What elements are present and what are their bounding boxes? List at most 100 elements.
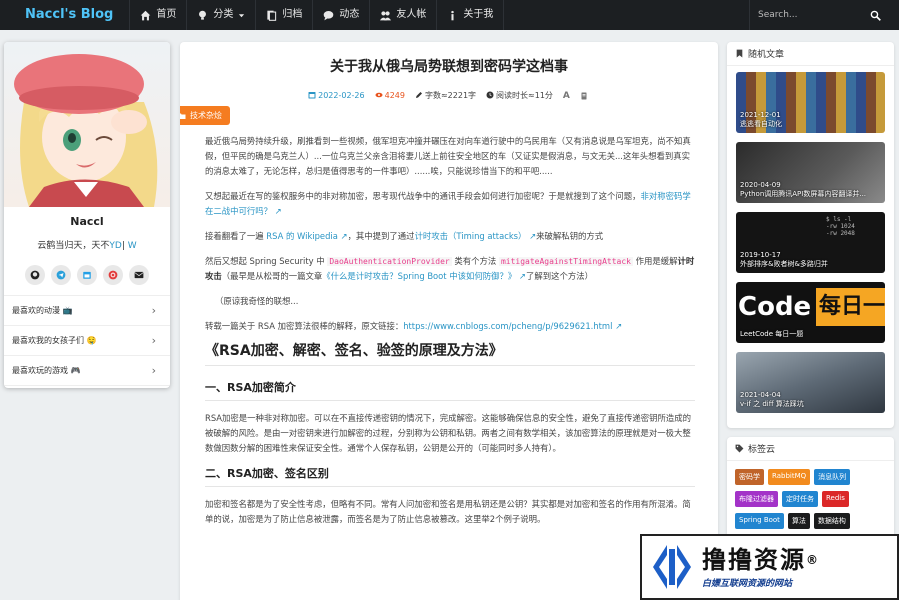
- watermark-logo: [642, 536, 702, 598]
- text: 了解到这个方法）: [525, 271, 593, 281]
- external-link-icon: ↗: [612, 321, 623, 331]
- random-article-caption: 2021-04-04 v-if 之 diff 算法踩坑: [740, 391, 804, 409]
- telegram-icon: [56, 270, 66, 280]
- caret-down-icon: [239, 13, 245, 17]
- link-timing-attack-article[interactable]: 《什么是计时攻击？Spring Boot 中该如何防御？》: [322, 271, 516, 281]
- home-icon: [141, 10, 151, 20]
- comment-icon: [324, 10, 334, 20]
- list-item[interactable]: 最喜欢玩的游戏 🎮 ›: [4, 356, 170, 386]
- list-item[interactable]: 最喜欢我的女孩子们 🤤 ›: [4, 326, 170, 356]
- random-article-title: v-if 之 diff 算法踩坑: [740, 400, 804, 408]
- reading-mode-icon[interactable]: [580, 92, 588, 100]
- link-cnblogs[interactable]: https://www.cnblogs.com/pcheng/p/9629621…: [403, 321, 612, 331]
- tag[interactable]: 算法: [787, 513, 810, 529]
- avatar: [4, 42, 170, 207]
- tag[interactable]: 消息队列: [814, 469, 851, 485]
- calendar-link[interactable]: [77, 265, 97, 285]
- random-article-date: 2019-10-17: [740, 251, 781, 259]
- watermark-text: 撸撸资源® 白嫖互联网资源的网站: [702, 546, 897, 589]
- banner-text-left: Code: [738, 292, 812, 322]
- font-size-toggle[interactable]: A: [563, 91, 570, 101]
- search-icon[interactable]: [870, 10, 881, 21]
- random-article-item[interactable]: Code 每日一 LeetCode 每日一题: [736, 282, 885, 343]
- tag[interactable]: 密码学: [735, 469, 764, 485]
- random-articles-header: 随机文章: [727, 42, 894, 66]
- bookmark-icon: [736, 49, 743, 58]
- article-date: 2022-02-26: [308, 91, 365, 100]
- random-article-date: 2020-04-09: [740, 181, 781, 189]
- random-article-title: Python调用腾讯API数屏幕内容翻译并...: [740, 190, 867, 198]
- watermark-title: 撸撸资源®: [702, 546, 897, 574]
- random-article-item[interactable]: 2021-04-04 v-if 之 diff 算法踩坑: [736, 352, 885, 413]
- random-article-caption: 2021-12-01 逃逃看自动化: [740, 111, 782, 129]
- tag[interactable]: Spring Boot: [735, 513, 784, 529]
- text: 转载一篇关于 RSA 加密算法很棒的解释，原文链接：: [205, 321, 404, 331]
- profile-name: Naccl: [70, 215, 104, 228]
- email-link[interactable]: [129, 265, 149, 285]
- nav-moments[interactable]: 动态: [312, 0, 369, 30]
- paragraph: （原谅我奇怪的联想...: [215, 296, 299, 306]
- heading-2: 一、RSA加密简介: [205, 380, 695, 401]
- nav-home-label: 首页: [156, 9, 177, 20]
- watermark-logo-icon: [653, 545, 691, 589]
- paragraph: 接着翻看了一遍 RSA 的 Wikipedia ↗，其中提到了通过计时攻击（Ti…: [205, 229, 695, 244]
- random-article-caption: LeetCode 每日一题: [740, 330, 803, 339]
- nav-home[interactable]: 首页: [129, 0, 186, 30]
- heading-1: 《RSA加密、解密、签名、验签的原理及方法》: [205, 344, 695, 366]
- nav-category[interactable]: 分类: [186, 0, 255, 30]
- tag[interactable]: RabbitMQ: [768, 469, 811, 485]
- folder-icon: [180, 113, 186, 119]
- random-articles-title: 随机文章: [748, 50, 785, 60]
- calendar-icon: [308, 92, 316, 99]
- random-articles-list: 2021-12-01 逃逃看自动化 2020-04-09 Python调用腾讯API…: [727, 66, 894, 413]
- random-article-item[interactable]: 2021-12-01 逃逃看自动化: [736, 72, 885, 133]
- tag-list: 密码学 RabbitMQ 消息队列 布隆过滤器 定时任务 Redis Sprin…: [727, 461, 894, 537]
- list-item[interactable]: 最喜欢的动漫 📺 ›: [4, 296, 170, 326]
- registered-mark: ®: [806, 552, 820, 567]
- tag[interactable]: 数据结构: [813, 513, 850, 529]
- category-label: 技术杂烩: [190, 111, 222, 120]
- category-ribbon[interactable]: 技术杂烩: [180, 106, 230, 125]
- random-article-caption: 2019-10-17 外部排序&败者树&多路归并: [740, 251, 828, 269]
- nav-about[interactable]: 关于我: [436, 0, 505, 30]
- article-read-time-text: 阅读时长≈11分: [496, 91, 553, 100]
- external-link-icon: ↗: [526, 231, 537, 241]
- profile-bio: 云鹤当归天，天不YD| W: [4, 238, 170, 251]
- tag[interactable]: 布隆过滤器: [735, 491, 778, 507]
- search-input[interactable]: [758, 10, 858, 20]
- article-views-text: 4249: [384, 91, 405, 100]
- text: 来破解私钥的方式: [536, 231, 604, 241]
- random-article-title: LeetCode 每日一题: [740, 330, 804, 338]
- nav-archive-label: 归档: [282, 9, 303, 20]
- bio-link-2[interactable]: W: [128, 241, 137, 251]
- archive-icon: [267, 10, 277, 21]
- text: 类有个方法: [451, 256, 499, 266]
- banner-text-right: 每日一: [816, 288, 885, 326]
- nav-friends[interactable]: 友人帐: [369, 0, 436, 30]
- link-rsa-wikipedia[interactable]: RSA 的 Wikipedia: [266, 231, 338, 241]
- netease-music-icon: [108, 270, 118, 280]
- telegram-link[interactable]: [51, 265, 71, 285]
- calendar-icon: [83, 271, 91, 279]
- email-icon: [134, 271, 144, 279]
- tag[interactable]: 定时任务: [782, 491, 818, 507]
- random-articles-card: 随机文章 2021-12-01 逃逃看自动化 2020-04-09 Python调用…: [727, 42, 894, 428]
- chevron-right-icon: ›: [151, 334, 156, 347]
- netease-music-link[interactable]: [103, 265, 123, 285]
- random-article-item[interactable]: $ ls -l -rw 1024 -rw 2048 2019-10-17 外部排序&败…: [736, 212, 885, 273]
- tag[interactable]: Redis: [822, 491, 849, 507]
- github-link[interactable]: [25, 265, 45, 285]
- text: 作用是缓解: [633, 256, 678, 266]
- profile-card: Naccl 云鹤当归天，天不YD| W 最喜欢的动漫 📺 › 最喜欢我的女孩子们 …: [4, 42, 170, 388]
- tag-cloud-header: 标签云: [727, 437, 894, 461]
- nav-archive[interactable]: 归档: [255, 0, 312, 30]
- heading-2: 二、RSA加密、签名区别: [205, 466, 695, 487]
- random-article-item[interactable]: 2020-04-09 Python调用腾讯API数屏幕内容翻译并...: [736, 142, 885, 203]
- article-card: 关于我从俄乌局势联想到密码学这档事 2022-02-26 4249 字数≈222…: [180, 42, 718, 600]
- favorite-label: 最喜欢玩的游戏 🎮: [12, 366, 81, 375]
- bio-link[interactable]: YD: [109, 241, 121, 251]
- site-brand[interactable]: Naccl's Blog: [0, 0, 129, 30]
- link-timing-attacks[interactable]: 计时攻击（Timing attacks）: [415, 231, 527, 241]
- chevron-right-icon: ›: [151, 304, 156, 317]
- tag-cloud-title: 标签云: [748, 445, 776, 455]
